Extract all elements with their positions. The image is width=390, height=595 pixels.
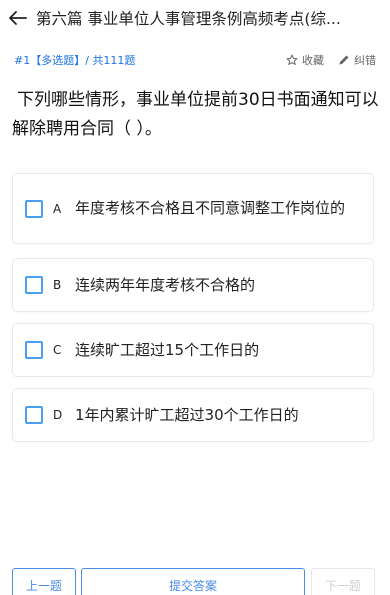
top-bar: 第六篇 事业单位人事管理条例高频考点(综... [0, 0, 390, 36]
option-c-checkbox[interactable] [25, 341, 43, 359]
option-a-letter: A [53, 201, 62, 216]
option-c-text: 连续旷工超过15个工作日的 [75, 340, 260, 359]
option-c[interactable]: C 连续旷工超过15个工作日的 [12, 323, 374, 377]
bottom-action-bar: 上一题 提交答案 下一题 [0, 564, 390, 595]
submit-answer-button[interactable]: 提交答案 [81, 568, 305, 595]
option-b-letter: B [53, 278, 62, 292]
question-stem: 下列哪些情形，事业单位提前30日书面通知可以解除聘用合同（ ）。 [12, 90, 379, 139]
option-b[interactable]: B 连续两年年度考核不合格的 [12, 258, 374, 312]
report-error-button[interactable]: 纠错 [338, 52, 376, 68]
option-d-letter: D [53, 408, 63, 422]
prev-question-button[interactable]: 上一题 [12, 568, 76, 595]
option-d-checkbox[interactable] [25, 406, 43, 424]
option-a[interactable]: A 年度考核不合格且不同意调整工作岗位的 [12, 173, 374, 244]
option-c-letter: C [53, 343, 62, 357]
option-d[interactable]: D 1年内累计旷工超过30个工作日的 [12, 388, 374, 442]
option-b-text: 连续两年年度考核不合格的 [75, 275, 256, 294]
option-b-checkbox[interactable] [25, 276, 43, 294]
page-title: 第六篇 事业单位人事管理条例高频考点(综... [36, 10, 341, 28]
next-question-button[interactable]: 下一题 [311, 568, 375, 595]
option-a-checkbox[interactable] [25, 199, 43, 218]
favorite-label: 收藏 [302, 54, 324, 67]
star-icon [286, 54, 298, 65]
option-a-text: 年度考核不合格且不同意调整工作岗位的 [75, 199, 346, 217]
back-arrow-icon[interactable] [0, 0, 36, 36]
favorite-button[interactable]: 收藏 [286, 52, 324, 68]
option-d-text: 1年内累计旷工超过30个工作日的 [75, 405, 299, 424]
question-meta-row: #1【多选题】/ 共111题 收藏 纠错 [0, 44, 390, 76]
pencil-icon [339, 55, 349, 65]
question-counter: #1【多选题】/ 共111题 [14, 54, 136, 67]
report-error-label: 纠错 [354, 54, 376, 67]
